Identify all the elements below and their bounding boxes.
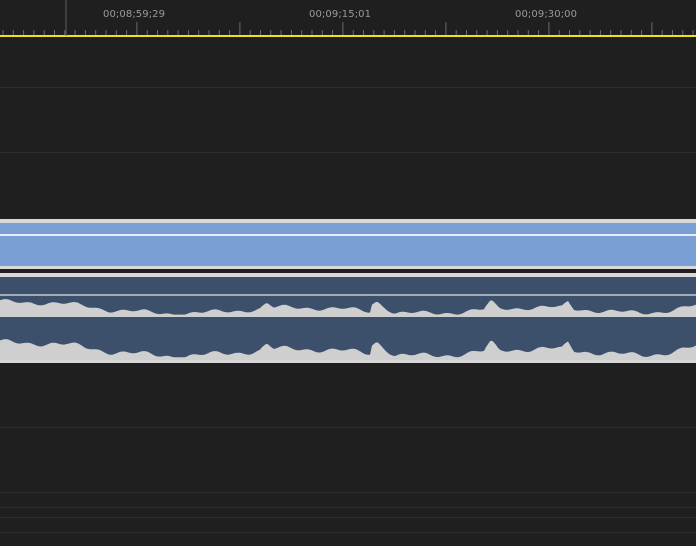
timecode-label-2: 00;09;15;01 [309, 9, 372, 20]
audio-waveform [0, 294, 696, 360]
track-divider [0, 532, 696, 533]
time-ruler[interactable]: 00;08;59;29 00;09;15;01 00;09;30;00 [0, 0, 696, 37]
track-divider [0, 427, 696, 428]
track-divider [0, 492, 696, 493]
audio-clip-body[interactable] [0, 277, 696, 360]
waveform-channel-1 [0, 299, 696, 317]
track-divider [0, 507, 696, 508]
audio-clip[interactable] [0, 273, 696, 363]
track-divider [0, 517, 696, 518]
video-clip[interactable] [0, 219, 696, 269]
track-divider [0, 152, 696, 153]
ruler-ticks [0, 0, 696, 37]
waveform-channel-2 [0, 339, 696, 360]
timecode-label-1: 00;08;59;29 [103, 9, 166, 20]
track-divider [0, 87, 696, 88]
video-clip-opacity-line[interactable] [0, 234, 696, 236]
timecode-label-3: 00;09;30;00 [515, 9, 578, 20]
video-clip-body[interactable] [0, 223, 696, 266]
